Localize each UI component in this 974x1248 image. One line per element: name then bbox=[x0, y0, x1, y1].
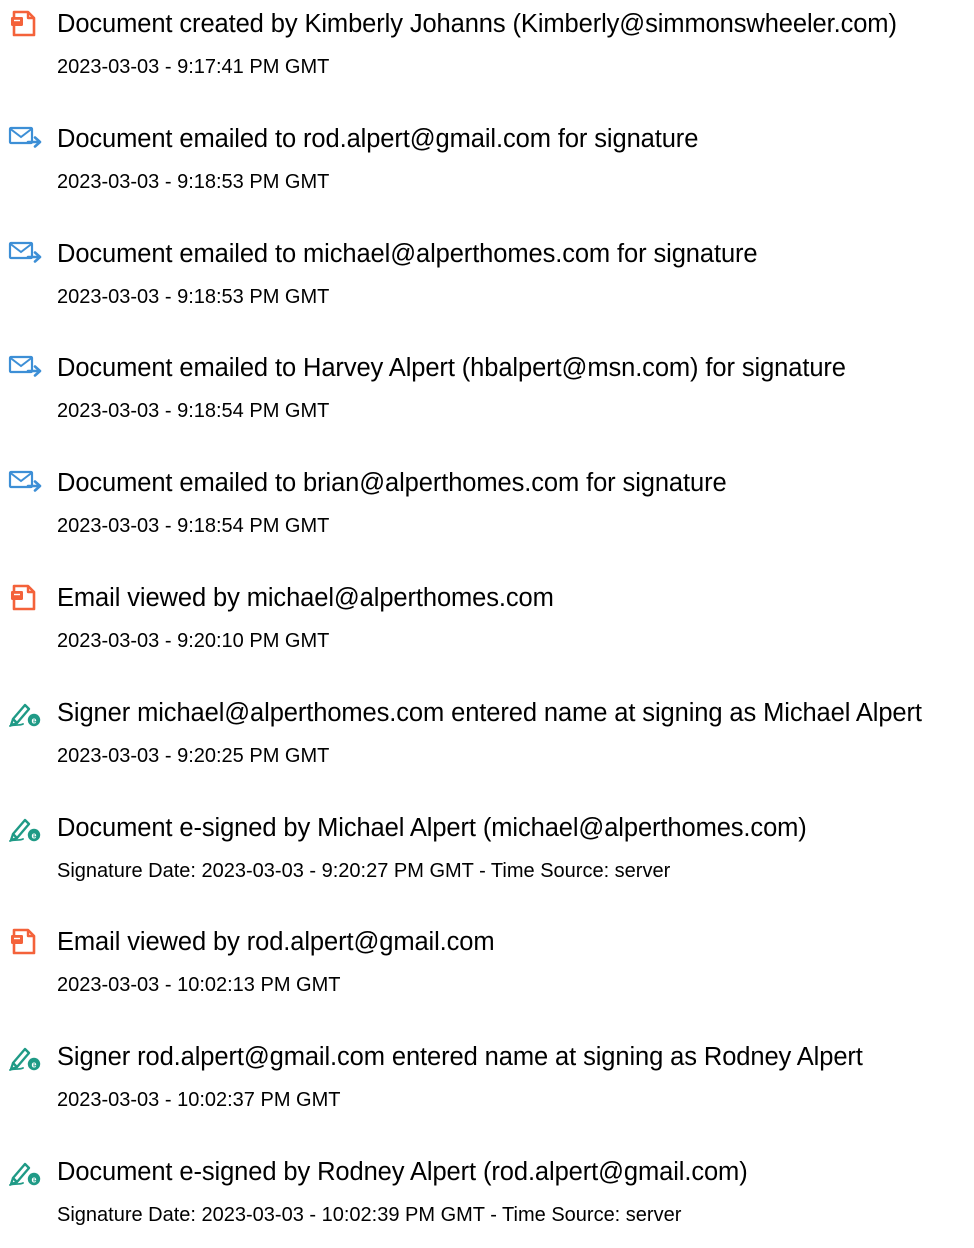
event-timestamp: 2023-03-03 - 9:18:54 PM GMT bbox=[57, 515, 330, 538]
event-timestamp: 2023-03-03 - 9:20:10 PM GMT bbox=[57, 630, 330, 652]
event-description: Document created by Kimberly Johanns (Ki… bbox=[57, 10, 897, 38]
audit-event: Document created by Kimberly Johanns (Ki… bbox=[0, 0, 974, 100]
event-timestamp: 2023-03-03 - 9:18:53 PM GMT bbox=[57, 285, 330, 308]
audit-event: Document emailed to michael@alperthomes.… bbox=[0, 230, 974, 330]
event-description: Document emailed to brian@alperthomes.co… bbox=[57, 469, 727, 498]
document-icon bbox=[8, 584, 44, 612]
event-timestamp: 2023-03-03 - 9:20:25 PM GMT bbox=[57, 744, 330, 767]
esign-pen-icon: e bbox=[8, 1043, 44, 1072]
event-description: Document e-signed by Rodney Alpert (rod.… bbox=[57, 1158, 748, 1186]
event-timestamp: 2023-03-03 - 9:18:53 PM GMT bbox=[57, 170, 330, 193]
event-timestamp: Signature Date: 2023-03-03 - 10:02:39 PM… bbox=[57, 1204, 682, 1226]
event-description: Document emailed to michael@alperthomes.… bbox=[57, 239, 758, 268]
email-sent-icon bbox=[8, 240, 44, 268]
audit-event: Document emailed to brian@alperthomes.co… bbox=[0, 459, 974, 559]
event-description: Signer michael@alperthomes.com entered n… bbox=[57, 698, 922, 727]
audit-event: e Signer michael@alperthomes.com entered… bbox=[0, 689, 974, 789]
audit-event: Email viewed by michael@alperthomes.com … bbox=[0, 574, 974, 674]
svg-text:e: e bbox=[31, 715, 36, 725]
event-timestamp: 2023-03-03 - 9:17:41 PM GMT bbox=[57, 56, 330, 78]
audit-event: e Document e-signed by Rodney Alpert (ro… bbox=[0, 1148, 974, 1248]
audit-event: Email viewed by rod.alpert@gmail.com 202… bbox=[0, 918, 974, 1018]
audit-event: Document emailed to Harvey Alpert (hbalp… bbox=[0, 344, 974, 444]
audit-event: Document emailed to rod.alpert@gmail.com… bbox=[0, 115, 974, 215]
esign-pen-icon: e bbox=[8, 814, 44, 842]
esign-pen-icon: e bbox=[8, 699, 44, 727]
svg-text:e: e bbox=[31, 1059, 36, 1069]
event-timestamp: 2023-03-03 - 10:02:13 PM GMT bbox=[57, 974, 341, 997]
event-timestamp: 2023-03-03 - 10:02:37 PM GMT bbox=[57, 1089, 341, 1112]
svg-text:e: e bbox=[31, 830, 36, 840]
audit-event: e Signer rod.alpert@gmail.com entered na… bbox=[0, 1033, 974, 1133]
event-description: Document e-signed by Michael Alpert (mic… bbox=[57, 813, 807, 842]
event-timestamp: 2023-03-03 - 9:18:54 PM GMT bbox=[57, 400, 330, 423]
svg-text:e: e bbox=[31, 1174, 36, 1184]
event-timestamp: Signature Date: 2023-03-03 - 9:20:27 PM … bbox=[57, 859, 671, 882]
event-description: Document emailed to Harvey Alpert (hbalp… bbox=[57, 354, 846, 383]
email-sent-icon bbox=[8, 354, 44, 382]
document-icon bbox=[8, 928, 44, 956]
esign-pen-icon: e bbox=[8, 1158, 44, 1186]
audit-event: e Document e-signed by Michael Alpert (m… bbox=[0, 804, 974, 904]
event-description: Email viewed by michael@alperthomes.com bbox=[57, 584, 554, 612]
event-description: Document emailed to rod.alpert@gmail.com… bbox=[57, 124, 699, 153]
email-sent-icon bbox=[8, 125, 44, 153]
event-description: Email viewed by rod.alpert@gmail.com bbox=[57, 928, 495, 957]
email-sent-icon bbox=[8, 469, 44, 497]
event-description: Signer rod.alpert@gmail.com entered name… bbox=[57, 1043, 863, 1072]
document-icon bbox=[8, 10, 44, 38]
